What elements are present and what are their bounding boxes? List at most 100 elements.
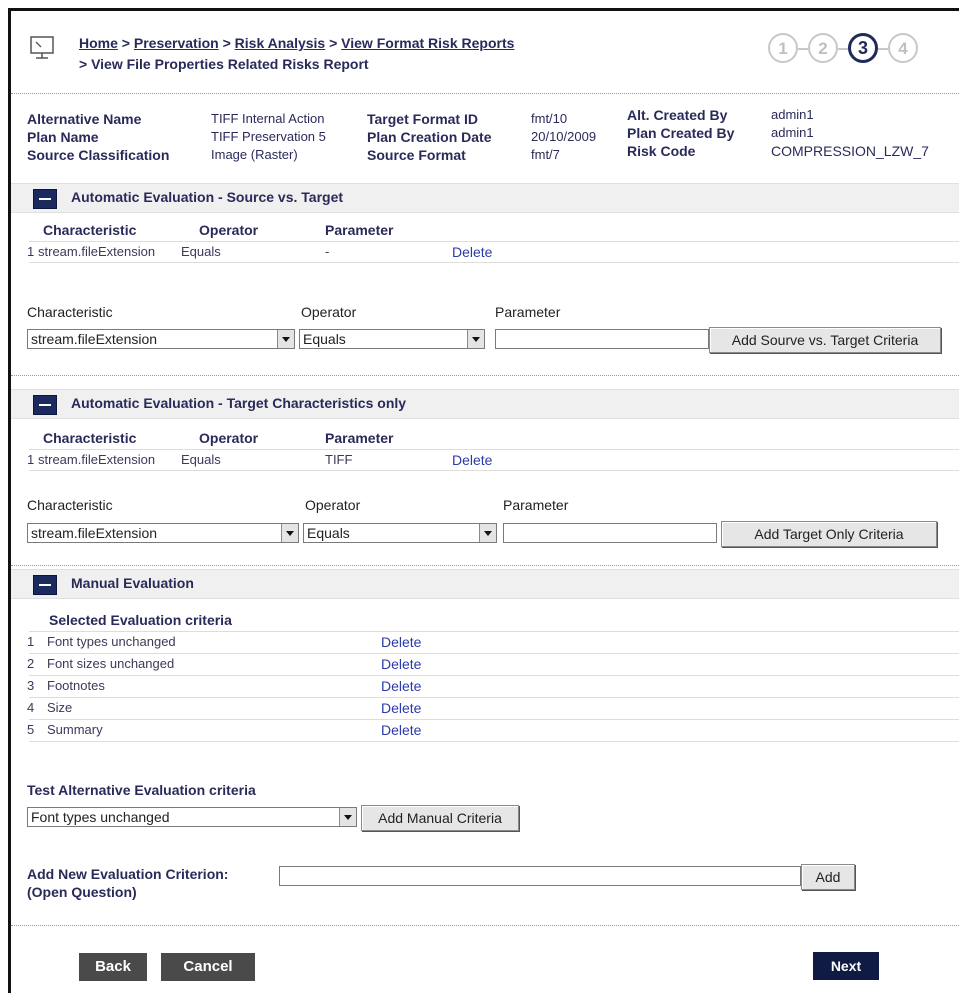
- column-header-characteristic: Characteristic: [43, 222, 137, 238]
- operator-select[interactable]: Equals: [299, 329, 485, 349]
- add-manual-criteria-button[interactable]: Add Manual Criteria: [361, 805, 519, 831]
- cancel-button[interactable]: Cancel: [161, 953, 255, 981]
- row-divider: [29, 262, 959, 263]
- characteristic-select[interactable]: stream.fileExtension: [27, 329, 295, 349]
- column-header-characteristic: Characteristic: [43, 430, 137, 446]
- criterion-name: Font types unchanged: [47, 634, 176, 649]
- collapse-icon[interactable]: [33, 189, 57, 209]
- plan-name-value: TIFF Preservation 5: [211, 129, 326, 144]
- breadcrumb-view-format-risk-reports[interactable]: View Format Risk Reports: [341, 35, 514, 51]
- characteristic-label: Characteristic: [27, 304, 113, 320]
- row-divider: [29, 241, 959, 242]
- operator-select-value: Equals: [303, 331, 346, 347]
- add-criterion-button[interactable]: Add: [801, 864, 855, 890]
- section-title: Automatic Evaluation - Source vs. Target: [71, 189, 344, 205]
- breadcrumb-separator: >: [222, 35, 231, 51]
- chevron-down-icon: [281, 524, 298, 542]
- parameter-input[interactable]: [503, 523, 717, 543]
- step-1[interactable]: 1: [768, 33, 798, 63]
- row-divider: [29, 675, 959, 676]
- row-divider: [29, 449, 959, 450]
- delete-link[interactable]: Delete: [381, 656, 421, 672]
- row-characteristic: stream.fileExtension: [38, 452, 156, 467]
- divider: [11, 375, 959, 376]
- delete-link[interactable]: Delete: [381, 700, 421, 716]
- alternative-name-label: Alternative Name: [27, 111, 142, 127]
- new-criterion-input[interactable]: [279, 866, 801, 886]
- criterion-index: 5: [27, 722, 35, 737]
- source-classification-label: Source Classification: [27, 147, 170, 163]
- operator-label: Operator: [301, 304, 357, 320]
- add-source-vs-target-button[interactable]: Add Sourve vs. Target Criteria: [709, 327, 941, 353]
- delete-link[interactable]: Delete: [381, 722, 421, 738]
- source-format-value: fmt/7: [531, 147, 560, 162]
- risk-code-label: Risk Code: [627, 143, 696, 159]
- alternative-name-value: TIFF Internal Action: [211, 111, 325, 126]
- back-button[interactable]: Back: [79, 953, 147, 981]
- characteristic-select-value: stream.fileExtension: [31, 525, 158, 541]
- collapse-icon[interactable]: [33, 575, 57, 595]
- criterion-name: Summary: [47, 722, 103, 737]
- chevron-down-icon: [467, 330, 484, 348]
- row-divider: [29, 741, 959, 742]
- row-parameter: -: [325, 244, 330, 259]
- step-connector: [838, 48, 848, 50]
- step-2[interactable]: 2: [808, 33, 838, 63]
- divider: [11, 93, 959, 94]
- breadcrumb-preservation[interactable]: Preservation: [134, 35, 219, 51]
- breadcrumb-home[interactable]: Home: [79, 35, 118, 51]
- plan-name-label: Plan Name: [27, 129, 99, 145]
- test-criteria-label: Test Alternative Evaluation criteria: [27, 782, 256, 798]
- delete-link[interactable]: Delete: [381, 678, 421, 694]
- row-divider: [29, 470, 959, 471]
- operator-select-value: Equals: [307, 525, 350, 541]
- divider: [11, 925, 959, 926]
- collapse-icon[interactable]: [33, 395, 57, 415]
- row-characteristic: stream.fileExtension: [38, 244, 156, 259]
- criterion-index: 1: [27, 634, 35, 649]
- monitor-icon: [29, 35, 55, 61]
- step-4[interactable]: 4: [888, 33, 918, 63]
- alt-created-by-value: admin1: [771, 107, 814, 122]
- row-operator: Equals: [181, 244, 221, 259]
- test-criteria-select[interactable]: Font types unchanged: [27, 807, 357, 827]
- delete-link[interactable]: Delete: [381, 634, 421, 650]
- criterion-index: 3: [27, 678, 35, 693]
- breadcrumb-separator: >: [121, 35, 130, 51]
- chevron-down-icon: [277, 330, 294, 348]
- target-format-id-value: fmt/10: [531, 111, 568, 126]
- breadcrumb: Home > Preservation > Risk Analysis > Vi…: [79, 35, 514, 51]
- characteristic-label: Characteristic: [27, 497, 113, 513]
- operator-select[interactable]: Equals: [303, 523, 497, 543]
- row-divider: [29, 697, 959, 698]
- source-format-label: Source Format: [367, 147, 466, 163]
- column-header-operator: Operator: [199, 430, 259, 446]
- row-operator: Equals: [181, 452, 221, 467]
- step-connector: [798, 48, 808, 50]
- section-title: Automatic Evaluation - Target Characteri…: [71, 395, 407, 411]
- plan-created-by-value: admin1: [771, 125, 814, 140]
- section-manual-header: Manual Evaluation: [11, 569, 959, 599]
- column-header-parameter: Parameter: [325, 430, 394, 446]
- breadcrumb-risk-analysis[interactable]: Risk Analysis: [235, 35, 326, 51]
- column-header-parameter: Parameter: [325, 222, 394, 238]
- characteristic-select[interactable]: stream.fileExtension: [27, 523, 299, 543]
- parameter-input[interactable]: [495, 329, 709, 349]
- parameter-label: Parameter: [503, 497, 569, 513]
- section-title: Manual Evaluation: [71, 575, 194, 591]
- divider: [11, 565, 959, 566]
- step-3-active[interactable]: 3: [848, 33, 878, 63]
- step-connector: [878, 48, 888, 50]
- risk-code-value: COMPRESSION_LZW_7: [771, 143, 929, 159]
- target-format-id-label: Target Format ID: [367, 111, 478, 127]
- add-target-only-button[interactable]: Add Target Only Criteria: [721, 521, 937, 547]
- row-divider: [29, 631, 959, 632]
- breadcrumb-current: > View File Properties Related Risks Rep…: [79, 56, 369, 72]
- delete-link[interactable]: Delete: [452, 244, 492, 260]
- section-source-vs-target-header: Automatic Evaluation - Source vs. Target: [11, 183, 959, 213]
- row-divider: [29, 719, 959, 720]
- plan-created-by-label: Plan Created By: [627, 125, 735, 141]
- delete-link[interactable]: Delete: [452, 452, 492, 468]
- row-index: 1: [27, 244, 35, 259]
- next-button[interactable]: Next: [813, 952, 879, 980]
